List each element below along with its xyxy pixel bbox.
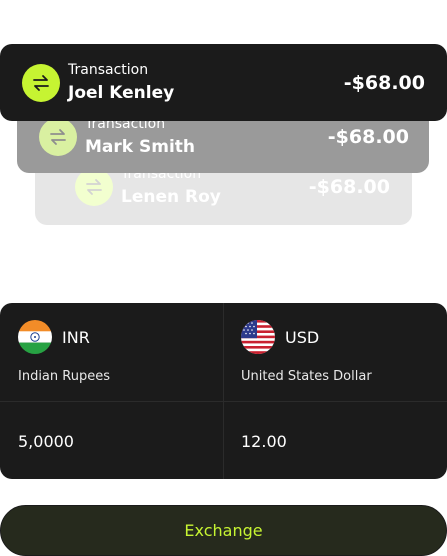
transaction-amount: -$68.00 [343,71,425,94]
transaction-amount: -$68.00 [308,176,390,198]
transaction-amount: -$68.00 [327,125,409,148]
swap-arrows-icon [75,168,113,206]
to-currency[interactable]: USD United States Dollar [241,320,372,384]
to-amount-field[interactable]: 12.00 [241,432,287,451]
usa-flag-icon [241,320,275,354]
swap-arrows-icon [22,63,60,102]
to-currency-name: United States Dollar [241,369,372,384]
from-currency-name: Indian Rupees [18,369,110,384]
page: Transaction Lenen Roy -$68.00 Transactio… [0,0,447,556]
exchange-button[interactable]: Exchange [0,505,447,556]
from-amount-field[interactable]: 5,0000 [18,432,74,451]
transaction-name: Lenen Roy [121,186,221,207]
from-currency-code: INR [62,327,90,347]
row-divider [0,401,447,402]
to-currency-code: USD [285,327,320,347]
currency-exchange-panel: INR Indian Rupees USD United States Doll… [0,303,447,479]
transaction-card-joel-kenley[interactable]: Transaction Joel Kenley -$68.00 [0,44,447,121]
swap-arrows-icon [39,117,77,156]
india-flag-icon [18,320,52,354]
from-currency[interactable]: INR Indian Rupees [18,320,110,384]
transaction-name: Joel Kenley [68,83,175,103]
column-divider [223,303,224,479]
transaction-name: Mark Smith [85,137,196,157]
transaction-type-label: Transaction [68,62,149,78]
